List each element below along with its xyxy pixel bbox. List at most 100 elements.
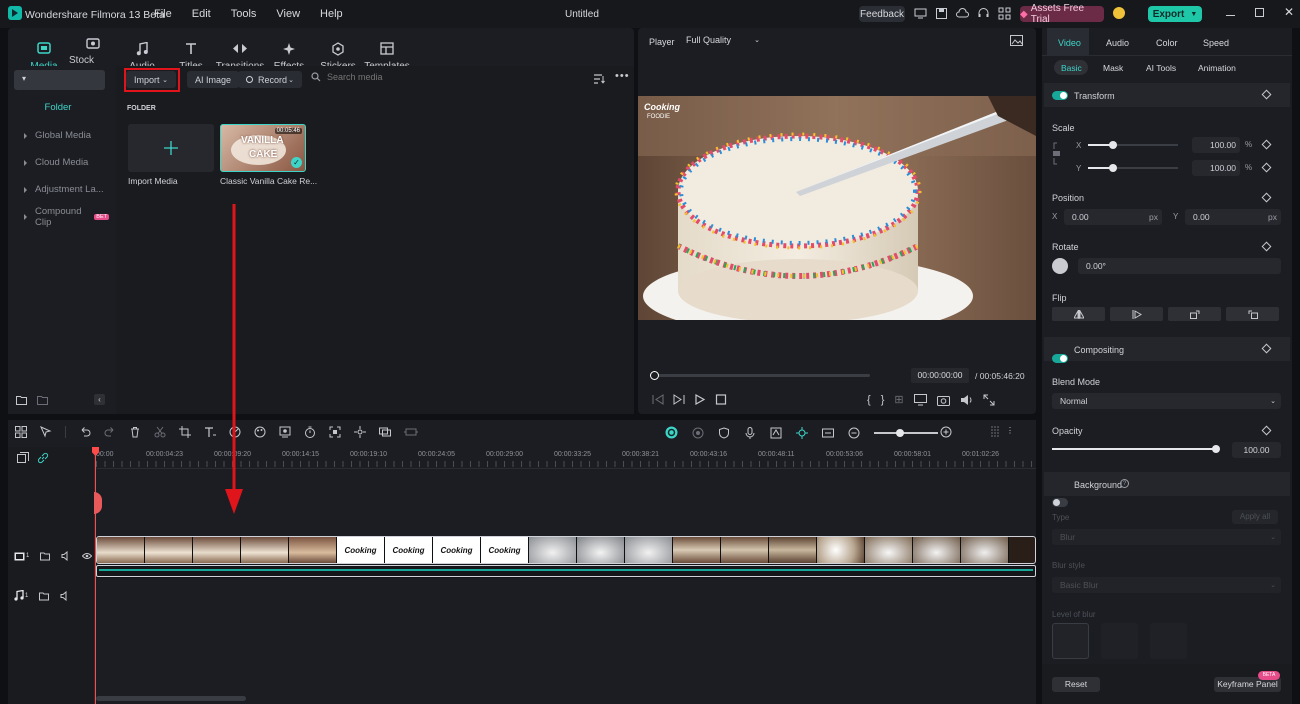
camera-snapshot-icon[interactable] [936,394,950,406]
player-progress-track[interactable] [652,374,870,377]
type-dropdown[interactable]: Blur ⌄ [1052,529,1281,545]
detach-audio-icon[interactable] [404,426,418,438]
current-time[interactable]: 00:00:00:00 [911,368,969,383]
subtab-animation[interactable]: Animation [1198,63,1236,73]
grid-apps-icon[interactable] [998,7,1011,20]
track-options-icon[interactable] [990,426,1000,439]
snapshot-circle-icon[interactable] [692,427,704,439]
image-snapshot-icon[interactable] [1010,35,1023,46]
filter-icon[interactable] [594,74,606,84]
opacity-field[interactable]: 100.00 [1232,442,1281,458]
flip-vertical-button[interactable] [1110,307,1163,321]
feedback-button[interactable]: Feedback [859,6,905,22]
text-icon[interactable] [204,426,216,438]
auto-reframe-icon[interactable] [329,426,341,438]
display-settings-icon[interactable] [913,393,927,406]
search-media-field[interactable] [311,72,511,82]
track-mute-icon[interactable] [60,590,70,601]
subtitle-icon[interactable] [822,427,834,439]
shield-icon[interactable] [718,426,730,439]
import-media-tile[interactable] [128,124,214,172]
scale-y-field[interactable]: 100.00 [1192,160,1240,176]
zoom-slider[interactable] [874,432,938,434]
search-input[interactable] [327,72,497,82]
tab-video[interactable]: Video [1058,38,1081,48]
track-visibility-eye-icon[interactable] [82,551,93,561]
zoom-out-icon[interactable] [848,427,860,439]
sidebar-collapse-dropdown[interactable]: ▾ [14,70,105,90]
zoom-in-icon[interactable] [940,426,952,438]
render-preview-icon[interactable] [665,426,678,439]
mark-in-icon[interactable]: { [867,394,871,406]
menu-file[interactable]: File [154,8,172,20]
blur-level-option-3[interactable] [1150,623,1187,659]
undo-icon[interactable] [79,426,91,438]
collapse-sidebar-icon[interactable]: ‹ [94,394,105,405]
monitor-icon[interactable] [914,7,927,20]
menu-help[interactable]: Help [320,8,343,20]
position-x-field[interactable]: 0.00 px [1064,209,1162,225]
more-vertical-icon[interactable]: ⋮ [1006,426,1014,435]
timer-icon[interactable] [304,426,316,438]
sidebar-item-global-media[interactable]: Global Media [14,122,109,149]
ai-portrait-icon[interactable] [279,426,291,438]
green-screen-icon[interactable] [379,426,391,438]
quality-dropdown[interactable]: Full Quality ⌄ [686,35,760,45]
new-folder-icon[interactable] [16,395,27,405]
keyframe-diamond-icon[interactable] [1261,162,1272,173]
headset-support-icon[interactable] [977,7,990,20]
keyframe-diamond-icon[interactable] [1261,139,1272,150]
crop-icon[interactable] [179,426,191,438]
lock-ratio-icon[interactable] [1052,141,1062,166]
player-progress-handle[interactable] [650,371,659,380]
split-scissors-icon[interactable] [154,426,166,438]
layout-grid-icon[interactable] [15,426,27,438]
assets-free-trial-button[interactable]: ◆ Assets Free Trial [1020,3,1104,25]
cloud-upload-icon[interactable] [956,7,969,20]
subtab-ai-tools[interactable]: AI Tools [1146,63,1176,73]
previous-frame-icon[interactable] [652,394,664,405]
reset-button[interactable]: Reset [1052,677,1100,692]
blend-mode-dropdown[interactable]: Normal ⌄ [1052,393,1281,409]
timeline-horizontal-scrollbar[interactable] [96,696,246,701]
close-icon[interactable]: ✕ [1284,6,1294,18]
playhead-marker-tab[interactable] [94,492,102,514]
compositing-toggle[interactable] [1052,354,1068,363]
add-track-icon[interactable] [17,452,29,464]
redo-icon[interactable] [104,426,116,438]
sidebar-item-folder[interactable]: Folder [8,102,108,113]
sidebar-item-compound-clip[interactable]: Compound Clip BET [14,203,109,230]
subtab-mask[interactable]: Mask [1103,63,1123,73]
ai-image-button[interactable]: AI Image [187,71,240,88]
blur-level-option-1[interactable] [1052,623,1089,659]
audio-waveform-strip[interactable] [96,565,1036,577]
rotate-dial[interactable] [1052,258,1068,274]
transform-toggle[interactable] [1052,91,1068,100]
fullscreen-icon[interactable] [983,394,995,406]
video-preview[interactable]: Cooking FOODIE [638,96,1036,320]
motion-tracking-icon[interactable] [354,426,366,438]
opacity-slider-handle[interactable] [1212,445,1220,453]
menu-tools[interactable]: Tools [231,8,257,20]
insert-clip-icon[interactable]: ⊞ [894,393,903,406]
background-toggle[interactable] [1052,498,1068,507]
sidebar-item-adjustment-layer[interactable]: Adjustment La... [14,176,109,203]
rotate-right-button[interactable] [1168,307,1221,321]
menu-view[interactable]: View [276,8,300,20]
scale-x-field[interactable]: 100.00 [1192,137,1240,153]
link-icon[interactable] [37,452,49,464]
minimize-icon[interactable] [1226,15,1235,16]
position-y-field[interactable]: 0.00 px [1185,209,1281,225]
keyframe-diamond-icon[interactable] [1261,425,1272,436]
rotate-field[interactable]: 0.00° [1078,258,1281,274]
keyframe-diamond-icon[interactable] [1261,241,1272,252]
ai-sticker-icon[interactable] [796,426,808,439]
color-palette-icon[interactable] [254,426,266,438]
menu-edit[interactable]: Edit [192,8,211,20]
microphone-icon[interactable] [744,426,756,439]
blur-style-dropdown[interactable]: Basic Blur ⌄ [1052,577,1281,593]
folder-icon[interactable] [37,395,48,405]
voiceover-icon[interactable] [770,427,782,439]
zoom-slider-handle[interactable] [896,429,904,437]
track-folder-icon[interactable] [39,591,50,601]
